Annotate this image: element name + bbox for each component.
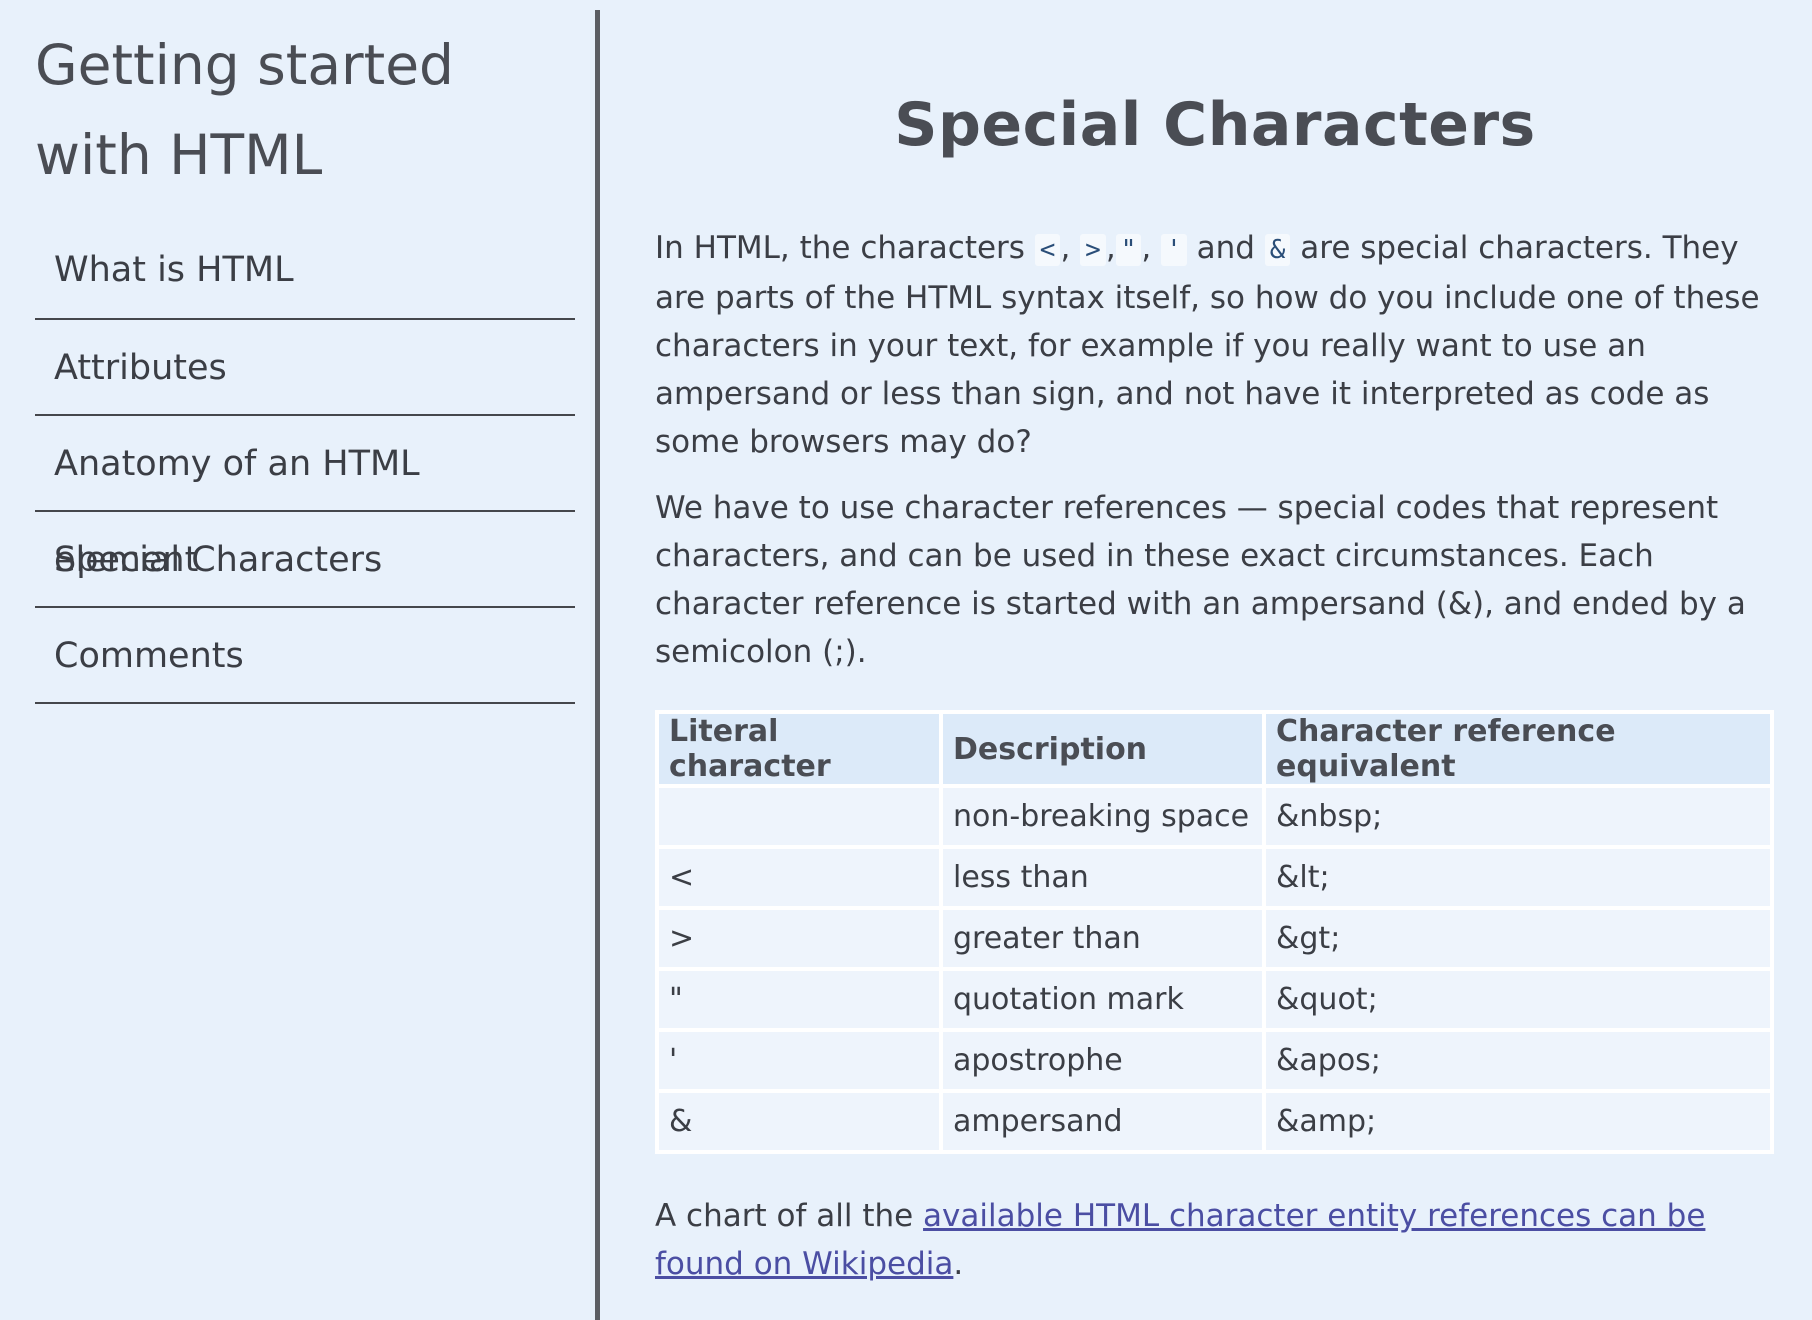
cell-description: quotation mark <box>939 967 1266 1032</box>
header-description: Description <box>939 710 1266 788</box>
intro-text: , <box>1105 230 1116 266</box>
table-header-row: Literal character Description Character … <box>655 710 1774 788</box>
page: Getting started with HTML What is HTML A… <box>0 0 1812 1320</box>
cell-description: less than <box>939 845 1266 910</box>
sidebar-item-anatomy[interactable]: Anatomy of an HTML element <box>35 416 575 580</box>
cell-literal: " <box>655 967 943 1032</box>
intro-text: , <box>1060 230 1081 266</box>
cell-literal: ' <box>655 1028 943 1093</box>
references-paragraph: We have to use character references — sp… <box>655 490 1746 670</box>
table-row: ' apostrophe &apos; <box>655 1028 1774 1093</box>
footer-paragraph: A chart of all the available HTML charac… <box>655 1192 1775 1288</box>
header-reference: Character reference equivalent <box>1262 710 1774 788</box>
footer-text-end: . <box>953 1246 964 1282</box>
table-row: < less than &lt; <box>655 845 1774 910</box>
cell-literal: & <box>655 1089 943 1154</box>
character-reference-table: Literal character Description Character … <box>655 710 1774 1154</box>
sidebar-item-special-characters[interactable]: Special Characters <box>35 512 575 608</box>
cell-description: greater than <box>939 906 1266 971</box>
table-row: non-breaking space &nbsp; <box>655 784 1774 849</box>
page-title: Special Characters <box>894 90 1536 160</box>
code-apos: ' <box>1161 234 1187 266</box>
sidebar: Getting started with HTML What is HTML A… <box>0 0 596 1320</box>
cell-reference: &gt; <box>1262 906 1774 971</box>
cell-description: ampersand <box>939 1089 1266 1154</box>
code-lt: < <box>1034 234 1061 266</box>
header-literal: Literal character <box>655 710 943 788</box>
table-row: " quotation mark &quot; <box>655 967 1774 1032</box>
table-row: & ampersand &amp; <box>655 1089 1774 1154</box>
table-row: > greater than &gt; <box>655 906 1774 971</box>
cell-description: apostrophe <box>939 1028 1266 1093</box>
sidebar-item-comments[interactable]: Comments <box>35 608 575 704</box>
intro-text: In HTML, the characters <box>655 230 1035 266</box>
code-amp: & <box>1264 234 1291 266</box>
code-gt: > <box>1080 234 1106 266</box>
sidebar-item-what-is-html[interactable]: What is HTML <box>35 228 575 320</box>
cell-reference: &lt; <box>1262 845 1774 910</box>
main-content: Special Characters In HTML, the characte… <box>655 0 1775 1320</box>
sidebar-divider <box>595 10 600 1320</box>
sidebar-nav: What is HTML Attributes Anatomy of an HT… <box>35 228 575 704</box>
intro-text: and <box>1186 230 1265 266</box>
footer-text: A chart of all the <box>655 1198 924 1234</box>
cell-reference: &nbsp; <box>1262 784 1774 849</box>
cell-description: non-breaking space <box>939 784 1266 849</box>
intro-text: , <box>1141 230 1162 266</box>
cell-reference: &quot; <box>1262 967 1774 1032</box>
code-quot: " <box>1115 234 1142 266</box>
sidebar-title: Getting started with HTML <box>35 33 454 187</box>
cell-reference: &apos; <box>1262 1028 1774 1093</box>
intro-paragraph: In HTML, the characters <, >, ", ' and & … <box>655 224 1775 466</box>
cell-reference: &amp; <box>1262 1089 1774 1154</box>
cell-literal: > <box>655 906 943 971</box>
sidebar-item-attributes[interactable]: Attributes <box>35 320 575 416</box>
cell-literal <box>655 784 943 849</box>
cell-literal: < <box>655 845 943 910</box>
